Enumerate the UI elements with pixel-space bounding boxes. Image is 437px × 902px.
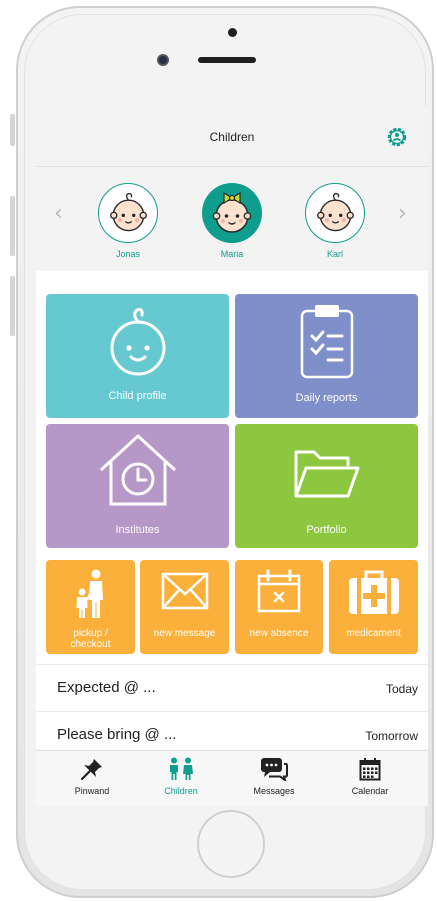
pin-icon (80, 759, 102, 781)
reminder-row[interactable]: Expected @ ... Today (36, 664, 428, 711)
reminder-when: Today (385, 682, 418, 696)
new-message-tile[interactable]: new message (140, 560, 229, 654)
child-name: Karl (326, 249, 343, 259)
chevron-left-icon[interactable]: ‹ (54, 201, 63, 226)
pickup-checkout-tile[interactable]: pickup / checkout (46, 560, 135, 654)
adult-child-icon (76, 569, 103, 618)
tab-children[interactable]: Children (141, 757, 221, 796)
child-jonas[interactable]: Jonas (93, 183, 163, 259)
reminder-when: Tomorrow (365, 729, 418, 743)
tab-label: Calendar (351, 786, 389, 796)
envelope-icon (161, 572, 209, 610)
calendar-icon (359, 758, 381, 781)
tab-label: Messages (253, 786, 295, 796)
proximity-sensor (228, 28, 237, 37)
tile-label: Child profile (108, 390, 167, 402)
tab-bar: Pinwand Children Messages Calendar (36, 750, 428, 806)
tab-messages[interactable]: Messages (234, 757, 314, 796)
medicament-tile[interactable]: medicament (329, 560, 418, 654)
tab-label: Children (164, 786, 198, 796)
institutes-tile[interactable]: Institutes (46, 424, 229, 548)
page-title: Children (209, 130, 255, 144)
child-karl[interactable]: Karl (300, 183, 370, 259)
tile-label: Institutes (115, 524, 160, 536)
child-name: Maria (220, 249, 244, 259)
nav-header: Children (36, 106, 428, 167)
mute-switch (10, 114, 15, 146)
tile-label: checkout (70, 639, 111, 650)
child-profile-tile[interactable]: Child profile (46, 294, 229, 418)
daily-reports-tile[interactable]: Daily reports (235, 294, 418, 418)
earpiece-speaker (198, 57, 256, 63)
tile-label: Portfolio (306, 524, 347, 536)
tab-pinwand[interactable]: Pinwand (52, 757, 132, 796)
new-absence-tile[interactable]: new absence (235, 560, 323, 654)
first-aid-kit-icon (349, 570, 399, 614)
child-selector: ‹ › Jonas Maria Karl (36, 167, 428, 271)
volume-down-button (10, 276, 15, 336)
calendar-x-icon (257, 569, 301, 613)
tab-label: Pinwand (74, 786, 110, 796)
tile-label: pickup / (73, 628, 108, 639)
baby-face-icon (110, 308, 166, 376)
tile-label: Daily reports (295, 392, 358, 404)
volume-up-button (10, 196, 15, 256)
reminder-label: Expected @ ... (57, 679, 156, 696)
baby-girl-avatar-icon (202, 183, 262, 243)
messages-icon (261, 758, 288, 781)
app-screen: Children ‹ › Jonas Maria Karl Child prof… (36, 106, 428, 806)
chevron-right-icon[interactable]: › (398, 201, 407, 226)
clipboard-checklist-icon (300, 305, 354, 379)
home-button[interactable] (197, 810, 265, 878)
baby-avatar-icon (305, 183, 365, 243)
tab-calendar[interactable]: Calendar (330, 757, 410, 796)
tile-label: new absence (249, 628, 309, 639)
folder-icon (294, 450, 360, 498)
reminder-label: Please bring @ ... (57, 726, 177, 743)
settings-gear-icon[interactable] (386, 126, 408, 148)
portfolio-tile[interactable]: Portfolio (235, 424, 418, 548)
child-maria[interactable]: Maria (197, 183, 267, 259)
baby-avatar-icon (98, 183, 158, 243)
tile-label: new message (153, 628, 216, 639)
child-name: Jonas (115, 249, 141, 259)
tile-label: medicament (346, 628, 401, 639)
front-camera (157, 54, 169, 66)
children-icon (170, 757, 193, 780)
house-clock-icon (99, 434, 177, 506)
